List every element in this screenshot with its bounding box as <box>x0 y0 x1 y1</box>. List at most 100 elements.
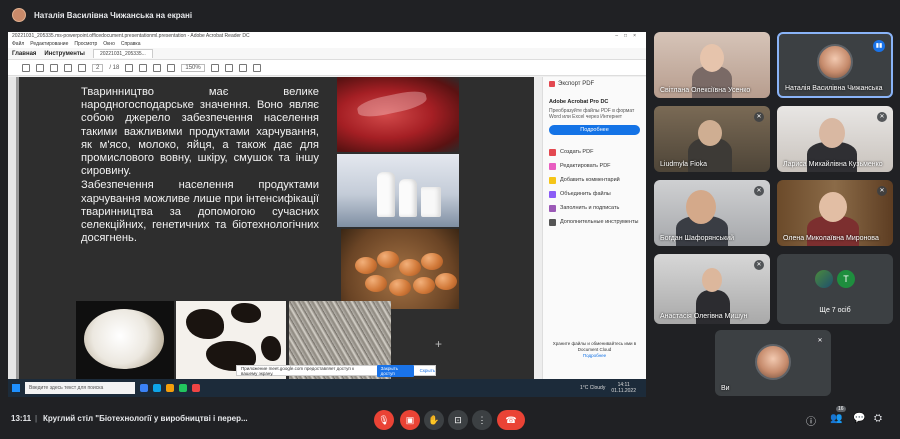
explorer-icon[interactable] <box>166 384 174 392</box>
promo-more-button[interactable]: Подробнее <box>549 125 640 135</box>
participant-tile-natalia[interactable]: ▮▮ Наталія Василівна Чижанська <box>777 32 893 98</box>
hand-tool-icon[interactable] <box>139 63 148 72</box>
menu-edit[interactable]: Редактирование <box>30 41 68 48</box>
task-view-icon[interactable] <box>140 384 148 392</box>
hide-notice-button[interactable]: Скрыть <box>420 368 435 373</box>
more-options-button[interactable]: ⋮ <box>472 410 492 430</box>
page-total: / 18 <box>109 64 120 71</box>
activities-icon[interactable]: ⛭ <box>874 413 882 424</box>
tool-label: Создать PDF <box>560 149 594 155</box>
more-participants-tile[interactable]: T Ще 7 осіб <box>777 254 893 324</box>
milk-bottle-shape <box>399 179 417 217</box>
comment-icon[interactable] <box>238 63 247 72</box>
weather-widget[interactable]: 1°C Cloudy <box>580 385 605 391</box>
avatar-letter: T <box>837 270 855 288</box>
save-icon[interactable] <box>22 63 30 72</box>
cloud-promo-link[interactable]: Подробнее <box>549 353 640 359</box>
milk-glass-shape <box>421 187 441 217</box>
participant-name: Наталія Василівна Чижанська <box>785 85 883 92</box>
promo-text: Преобразуйте файлы PDF в формат Word или… <box>549 108 635 120</box>
egg-shape <box>421 253 443 270</box>
zoom-in-icon[interactable] <box>167 63 176 72</box>
camera-toggle-button[interactable]: ▣ <box>400 410 420 430</box>
windows-taskbar: Введите здесь текст для поиска 1°C Cloud… <box>8 379 646 397</box>
participant-tile-larysa[interactable]: ✕ Лариса Михайлівна Кузьменко <box>777 106 893 172</box>
chrome-icon[interactable] <box>179 384 187 392</box>
stop-sharing-button[interactable]: Закрыть доступ <box>376 364 414 377</box>
pen-icon[interactable] <box>252 63 261 72</box>
plus-icon: + <box>435 337 443 351</box>
participant-tile-ludmyla[interactable]: ✕ Liudmyla Fiokа <box>654 106 770 172</box>
tool-fill-sign[interactable]: Заполнить и подписать <box>549 201 640 215</box>
meet-window: Наталія Василівна Чижанська на екрані 20… <box>0 0 900 439</box>
egg-shape <box>377 251 399 268</box>
participant-tile-anastasia[interactable]: ✕ Анастасія Олегівна Мишун <box>654 254 770 324</box>
edge-icon[interactable] <box>153 384 161 392</box>
mic-off-icon: ✕ <box>877 112 887 122</box>
self-view-tile[interactable]: ✕ Ви <box>715 330 831 396</box>
people-icon[interactable]: 👥 <box>830 413 842 424</box>
zoom-select[interactable]: 150% <box>181 63 205 72</box>
more-participants-label: Ще 7 осіб <box>819 307 851 314</box>
tab-document[interactable]: 20221031_205335... <box>92 49 153 58</box>
participant-tile-bohdan[interactable]: ✕ Богдан Шафорянський <box>654 180 770 246</box>
print-icon[interactable] <box>36 63 44 72</box>
participant-name: Лариса Михайлівна Кузьменко <box>783 161 883 168</box>
wool-photo <box>76 301 174 379</box>
tool-label: Заполнить и подписать <box>560 205 620 211</box>
screen-share-notice: Приложение meet.google.com предоставляет… <box>236 364 436 377</box>
slide-paragraph-2: Забезпечення населення продуктами харчув… <box>81 179 319 245</box>
tool-more[interactable]: Дополнительные инструменты <box>549 215 640 229</box>
meat-photo <box>337 77 459 152</box>
cloud-promo-text: Храните файлы и обменивайтесь ими в Docu… <box>552 341 637 352</box>
present-button[interactable]: ⊡ <box>448 410 468 430</box>
leave-call-button[interactable]: ☎ <box>497 410 525 430</box>
document-view[interactable]: Тваринництво має велике народногосподарс… <box>16 77 534 379</box>
menu-window[interactable]: Окно <box>103 41 115 48</box>
participant-name: Анастасія Олегівна Мишун <box>660 313 748 320</box>
promo-title: Adobe Acrobat Pro DC <box>549 99 609 105</box>
fit-page-icon[interactable] <box>210 63 219 72</box>
taskbar-search-input[interactable]: Введите здесь текст для поиска <box>25 382 135 394</box>
self-label: Ви <box>721 385 730 392</box>
tab-home[interactable]: Главная <box>12 51 36 57</box>
acrobat-icon[interactable] <box>192 384 200 392</box>
participant-name: Світлана Олексіївна Усенко <box>660 87 751 94</box>
menu-view[interactable]: Просмотр <box>74 41 97 48</box>
taskbar-clock[interactable]: 14:11 01.11.2022 <box>611 382 636 394</box>
participant-tile-olena[interactable]: ✕ Олена Миколаївна Миронова <box>777 180 893 246</box>
page-up-icon[interactable] <box>64 63 72 72</box>
person-face <box>819 118 845 148</box>
select-tool-icon[interactable] <box>125 63 134 72</box>
info-icon[interactable]: ⓘ <box>806 413 816 428</box>
tool-create-pdf[interactable]: Создать PDF <box>549 145 640 159</box>
crop-icon[interactable] <box>224 63 233 72</box>
chat-icon[interactable]: 💬 <box>853 413 865 424</box>
share-notice-text: Приложение meet.google.com предоставляет… <box>241 365 355 376</box>
acrobat-tabs: Главная Инструменты 20221031_205335... <box>8 48 646 60</box>
presenter-label: Наталія Василівна Чижанська на екрані <box>34 10 193 20</box>
acrobat-title-bar: 20221031_205335.ms-powerpoint.officedocu… <box>8 32 646 41</box>
tab-tools[interactable]: Инструменты <box>44 51 85 57</box>
person-face <box>702 268 722 292</box>
menu-file[interactable]: Файл <box>12 41 24 48</box>
raise-hand-button[interactable]: ✋ <box>424 410 444 430</box>
export-pdf-header[interactable]: Экспорт PDF <box>549 81 640 87</box>
combine-icon <box>549 190 556 198</box>
zoom-out-icon[interactable] <box>153 63 162 72</box>
mic-toggle-button[interactable]: 🎙 <box>374 410 394 430</box>
vertical-scrollbar[interactable] <box>534 77 542 379</box>
participant-tile-svitlana[interactable]: Світлана Олексіївна Усенко <box>654 32 770 98</box>
egg-shape <box>399 259 421 276</box>
tool-comment[interactable]: Добавить комментарий <box>549 173 640 187</box>
tool-combine[interactable]: Объединить файлы <box>549 187 640 201</box>
menu-help[interactable]: Справка <box>121 41 141 48</box>
windows-start-icon[interactable] <box>12 384 20 392</box>
acrobat-toolbar: 2 / 18 150% <box>8 60 646 76</box>
tool-edit-pdf[interactable]: Редактировать PDF <box>549 159 640 173</box>
page-down-icon[interactable] <box>78 63 86 72</box>
meeting-time: 13:11 <box>11 414 32 423</box>
mic-off-icon: ✕ <box>754 260 764 270</box>
page-number-input[interactable]: 2 <box>92 63 104 72</box>
search-icon[interactable] <box>50 63 58 72</box>
